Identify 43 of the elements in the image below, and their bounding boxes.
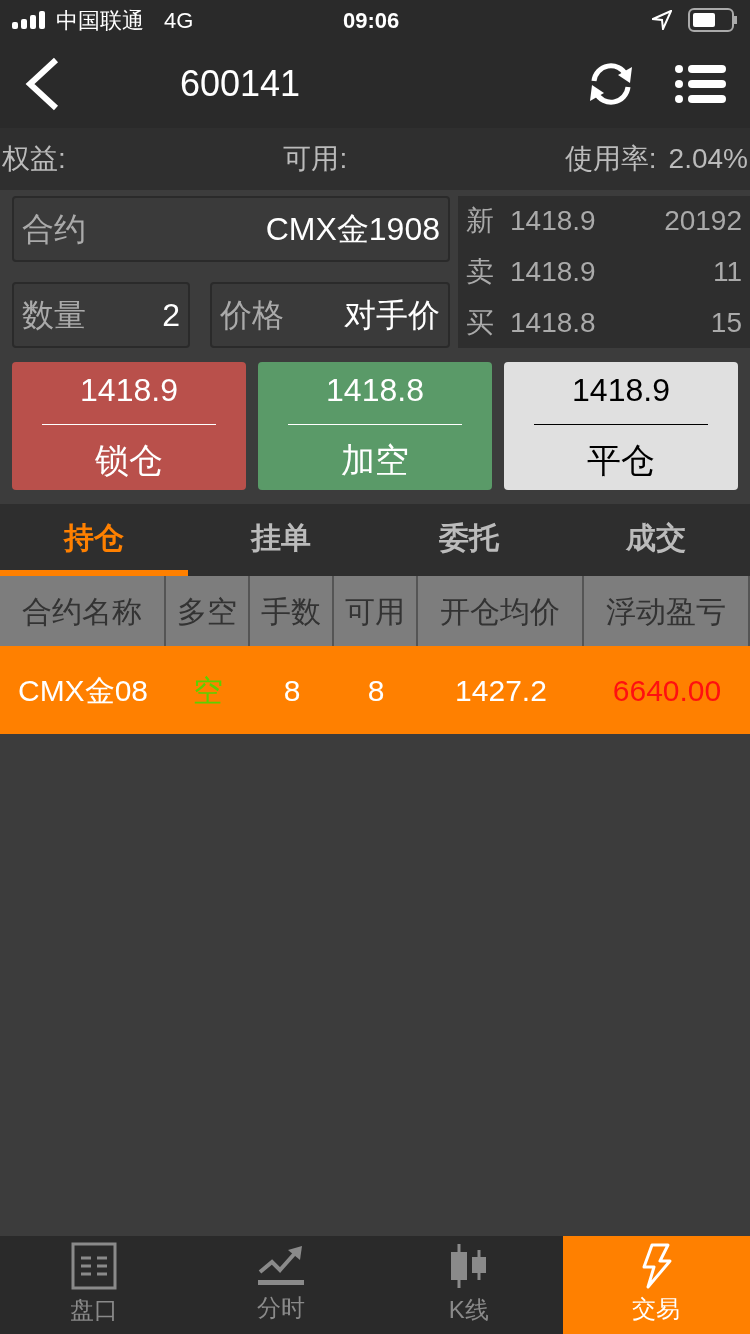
nav-tab[interactable]: K线 (375, 1236, 563, 1334)
clock-time: 09:06 (343, 6, 400, 35)
list-icon (70, 1242, 117, 1290)
quantity-field[interactable]: 数量 2 (12, 282, 190, 348)
trade-button[interactable]: 1418.8 加空 (258, 362, 492, 490)
account-label: 可用: (283, 142, 348, 176)
contract-field[interactable]: 合约 CMX金1908 (12, 196, 450, 262)
quote-price: 1418.8 (510, 305, 596, 340)
table-cell-text: 空 (193, 672, 223, 709)
tab[interactable]: 委托 (375, 504, 563, 576)
trade-button[interactable]: 1418.9 平仓 (504, 362, 738, 490)
table-cell-text: 8 (283, 672, 301, 709)
quote-volume: 11 (712, 255, 742, 289)
table-cell-text: 1427.2 (455, 672, 547, 709)
quote-volume: 20192 (664, 204, 742, 239)
trend-chart-icon (256, 1244, 307, 1288)
quote-volume: 15 (710, 305, 742, 340)
tab[interactable]: 成交 (562, 504, 750, 576)
account-value: 2.04% (668, 142, 748, 176)
table-cell-text: CMX金08 (17, 672, 148, 709)
table-cell-text: 8 (367, 672, 385, 709)
location-arrow-icon (652, 10, 672, 30)
account-label: 使用率: (564, 142, 657, 176)
page-title: 600141 (180, 62, 301, 106)
trade-button[interactable]: 1418.9 锁仓 (12, 362, 246, 490)
quote-label: 新 (466, 204, 495, 239)
battery-icon (688, 8, 738, 32)
quote-price: 1418.9 (510, 204, 596, 239)
quote-label: 买 (466, 305, 495, 340)
refresh-icon[interactable] (588, 61, 634, 107)
nav-tab[interactable]: 分时 (187, 1236, 375, 1334)
signal-icon (12, 11, 48, 29)
quote-price: 1418.9 (510, 255, 596, 289)
menu-icon[interactable] (674, 64, 726, 104)
carrier-name: 中国联通 (56, 6, 144, 35)
tab[interactable]: 挂单 (187, 504, 375, 576)
quote-label: 卖 (466, 255, 495, 289)
network-type: 4G (164, 6, 194, 35)
price-field[interactable]: 价格 对手价 (210, 282, 450, 348)
back-icon[interactable] (24, 57, 60, 111)
account-label: 权益: (2, 142, 66, 176)
nav-tab[interactable]: 盘口 (0, 1236, 188, 1334)
table-cell-text: 6640.00 (612, 672, 722, 709)
